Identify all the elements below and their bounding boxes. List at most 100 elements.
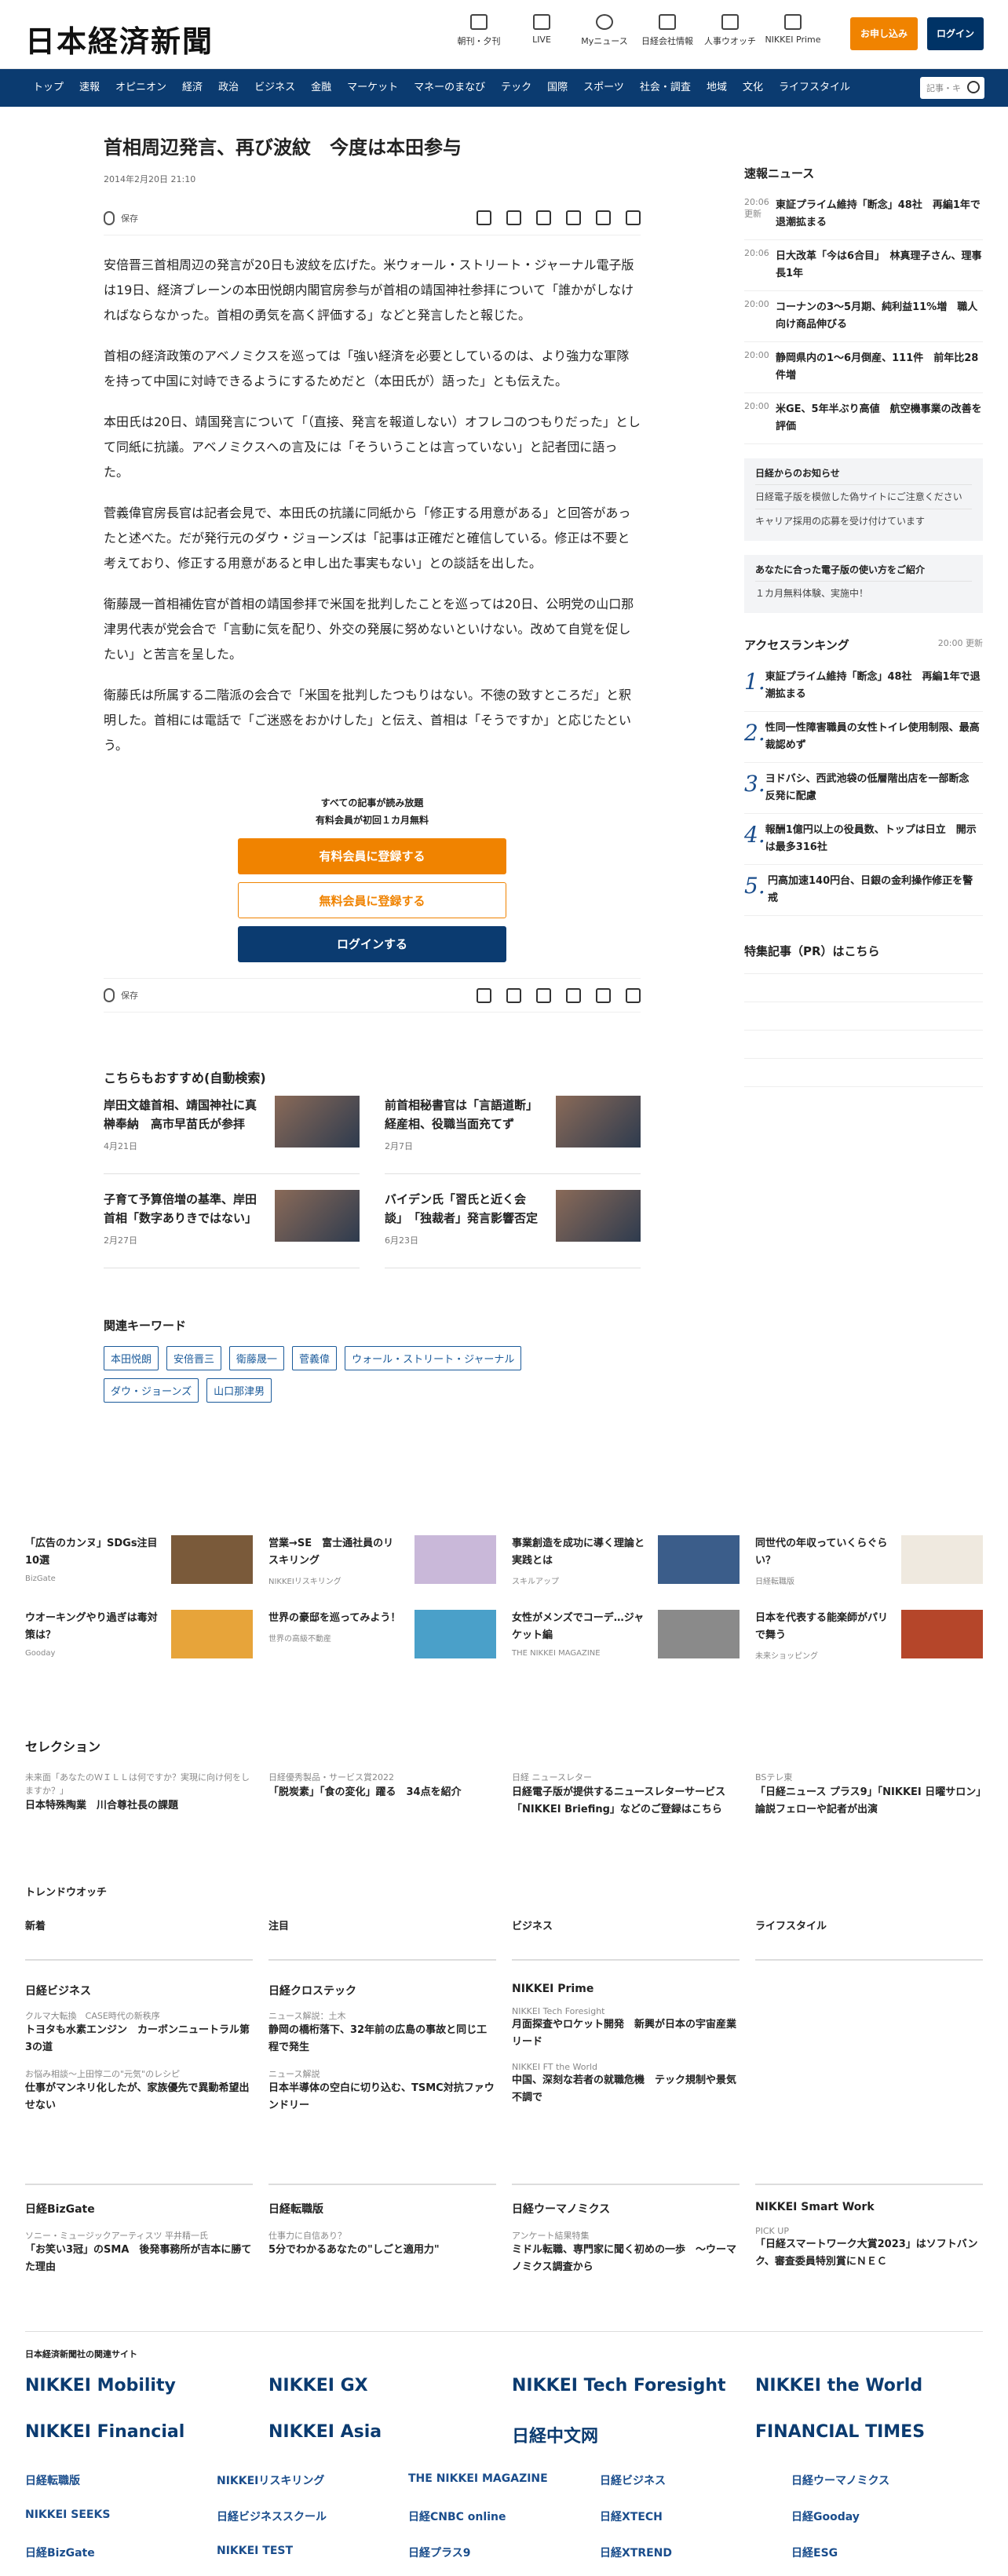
- gnav-item[interactable]: オピニオン: [108, 69, 174, 107]
- mail-icon[interactable]: [506, 987, 521, 1003]
- sub-logo[interactable]: 日経ビジネス: [600, 2472, 791, 2488]
- ad-card[interactable]: 事業創造を成功に導く理論と実践とは スキルアップ: [512, 1535, 740, 1586]
- gnav-item[interactable]: マーケット: [339, 69, 406, 107]
- gnav-item[interactable]: 経済: [174, 69, 210, 107]
- trend-col[interactable]: 新着: [25, 1917, 253, 1961]
- sub-logo[interactable]: NIKKEI TEST: [217, 2545, 408, 2560]
- guide-title[interactable]: あなたに合った電子版の使い方をご紹介: [755, 563, 972, 576]
- ad-card[interactable]: 「広告のカンヌ」SDGs注目10選 BizGate: [25, 1535, 253, 1586]
- print-icon[interactable]: [477, 987, 491, 1003]
- header-nav-live[interactable]: LIVE: [510, 14, 573, 47]
- recommend-card[interactable]: バイデン氏「習氏と近く会談」 「独裁者」発言影響否定 6月23日: [385, 1190, 641, 1268]
- related-logo[interactable]: NIKKEI Mobility: [25, 2376, 268, 2395]
- keyword-tag[interactable]: 衛藤晟一: [229, 1346, 285, 1370]
- sub-logo[interactable]: 日経ESG: [791, 2545, 983, 2560]
- media-heading[interactable]: 日経BizGate: [25, 2184, 253, 2217]
- clip-icon[interactable]: [104, 210, 115, 225]
- ranking-item[interactable]: 3. ヨドバシ、西武池袋の低層階出店を一部断念 反発に配慮: [744, 763, 983, 814]
- gnav-item[interactable]: 国際: [539, 69, 575, 107]
- selection-item[interactable]: BSテレ東 「日経ニュース プラス9」「NIKKEI 日曜サロン」論説フェローや記…: [755, 1771, 983, 1819]
- paid-register-button[interactable]: 有料会員に登録する: [238, 838, 506, 874]
- site-logo[interactable]: 日本経済新聞: [25, 17, 214, 60]
- related-logo[interactable]: NIKKEI Financial: [25, 2422, 268, 2447]
- pr-link[interactable]: 特集記事（PR）はこちら: [744, 943, 983, 974]
- selection-item[interactable]: 日経 ニュースレター 日経電子版が提供するニュースレターサービス「NIKKEI B…: [512, 1771, 740, 1819]
- gnav-item[interactable]: 地域: [699, 69, 735, 107]
- keyword-tag[interactable]: ダウ・ジョーンズ: [104, 1378, 199, 1403]
- media-heading[interactable]: 日経クロステック: [268, 1983, 496, 1998]
- ad-card[interactable]: 世界の豪邸を巡ってみよう！ 世界の高級不動産: [268, 1610, 496, 1661]
- free-register-button[interactable]: 無料会員に登録する: [238, 882, 506, 918]
- sub-logo[interactable]: 日経プラス9: [408, 2545, 600, 2560]
- clip-icon[interactable]: [104, 988, 115, 1002]
- ad-card[interactable]: 同世代の年収っていくらぐらい？ 日経転職版: [755, 1535, 983, 1586]
- media-text[interactable]: ミドル転職、専門家に聞く初めの一歩 ～ウーマノミクス調査から: [512, 2242, 740, 2276]
- login-button[interactable]: ログイン: [927, 17, 984, 50]
- ad-card[interactable]: 営業→SE 富士通社員のリスキリング NIKKEIリスキリング: [268, 1535, 496, 1586]
- related-logo[interactable]: FINANCIAL TIMES: [755, 2422, 999, 2447]
- sub-logo[interactable]: 日経Gooday: [791, 2508, 983, 2524]
- gnav-item[interactable]: マネーのまなび: [406, 69, 493, 107]
- keyword-tag[interactable]: 菅義偉: [292, 1346, 338, 1370]
- selection-item[interactable]: 未来面「あなたのＷＩＬＬは何ですか？実現に向け何をしますか？」 日本特殊陶業 川合…: [25, 1771, 253, 1819]
- twitter-icon[interactable]: [566, 987, 581, 1003]
- facebook-icon[interactable]: [596, 987, 611, 1003]
- sub-logo[interactable]: 日経ウーマノミクス: [791, 2472, 983, 2488]
- media-text[interactable]: 仕事がマンネリ化したが、家族優先で異動希望出せない: [25, 2080, 253, 2114]
- trend-col[interactable]: ビジネス: [512, 1917, 740, 1961]
- gnav-item[interactable]: 速報: [71, 69, 108, 107]
- facebook-icon[interactable]: [596, 210, 611, 225]
- trend-col[interactable]: ライフスタイル: [755, 1917, 983, 1961]
- related-logo[interactable]: NIKKEI GX: [268, 2376, 512, 2395]
- related-logo[interactable]: 日経中文网: [512, 2422, 755, 2447]
- media-text[interactable]: トヨタも水素エンジン カーボンニュートラル第3の道: [25, 2022, 253, 2056]
- gnav-item[interactable]: テック: [493, 69, 539, 107]
- ad-card[interactable]: 女性がメンズでコーデ…ジャケット編 THE NIKKEI MAGAZINE: [512, 1610, 740, 1661]
- media-text[interactable]: 「日経スマートワーク大賞2023」はソフトバンク、審査委員特別賞にＮＥＣ: [755, 2236, 983, 2271]
- media-heading[interactable]: NIKKEI Smart Work: [755, 2184, 983, 2213]
- share-icon[interactable]: [626, 987, 641, 1003]
- ad-card[interactable]: 日本を代表する能楽師がパリで舞う 未来ショッピング: [755, 1610, 983, 1661]
- sub-logo[interactable]: NIKKEI SEEKS: [25, 2508, 217, 2524]
- selection-item[interactable]: 日経優秀製品・サービス賞2022 「脱炭素」「食の変化」躍る 34点を紹介: [268, 1771, 496, 1819]
- ranking-item[interactable]: 4. 報酬1億円以上の役員数、トップは日立 開示は最多316社: [744, 814, 983, 865]
- search-input[interactable]: 記事・キ: [920, 77, 984, 99]
- sub-logo[interactable]: 日経ビジネススクール: [217, 2508, 408, 2524]
- gnav-item[interactable]: 社会・調査: [632, 69, 699, 107]
- twitter-icon[interactable]: [566, 210, 581, 225]
- save-button[interactable]: 保存: [121, 212, 138, 224]
- ranking-title[interactable]: アクセスランキング: [744, 637, 849, 653]
- media-heading[interactable]: NIKKEI Prime: [512, 1983, 740, 1995]
- ad-card[interactable]: ウオーキングやり過ぎは毒対策は？ Gooday: [25, 1610, 253, 1661]
- breaking-news-item[interactable]: 20:06 日大改革「今は6合目」 林真理子さん、理事長1年: [744, 240, 983, 291]
- sub-logo[interactable]: 日経XTREND: [600, 2545, 791, 2560]
- trend-col[interactable]: 注目: [268, 1917, 496, 1961]
- sub-logo[interactable]: 日経XTECH: [600, 2508, 791, 2524]
- save-button[interactable]: 保存: [121, 989, 138, 1002]
- sub-logo[interactable]: 日経転職版: [25, 2472, 217, 2488]
- breaking-news-item[interactable]: 20:06 更新 東証プライム維持「断念」48社 再編1年で退潮拡まる: [744, 189, 983, 240]
- print-icon[interactable]: [477, 210, 491, 225]
- breaking-news-item[interactable]: 20:00 米GE、5年半ぶり高値 航空機事業の改善を評価: [744, 393, 983, 444]
- media-text[interactable]: 静岡の橋桁落下、32年前の広島の事故と同じ工程で発生: [268, 2022, 496, 2056]
- gnav-item[interactable]: トップ: [25, 69, 71, 107]
- notice-item[interactable]: キャリア採用の応募を受け付けています: [755, 509, 972, 533]
- subscribe-button[interactable]: お申し込み: [850, 17, 918, 50]
- related-logo[interactable]: NIKKEI Tech Foresight: [512, 2376, 755, 2395]
- recommend-card[interactable]: 子育て予算倍増の基準、岸田首相「数字ありきではない」 2月27日: [104, 1190, 360, 1268]
- gnav-item[interactable]: 政治: [210, 69, 247, 107]
- mail-icon[interactable]: [506, 210, 521, 225]
- keyword-tag[interactable]: 本田悦朗: [104, 1346, 159, 1370]
- recommend-card[interactable]: 前首相秘書官は「言語道断」 経産相、役職当面充てず 2月7日: [385, 1096, 641, 1174]
- sub-logo[interactable]: 日経BizGate: [25, 2545, 217, 2560]
- header-nav-prime[interactable]: NIKKEI Prime: [761, 14, 824, 47]
- media-heading[interactable]: 日経転職版: [268, 2184, 496, 2217]
- search-icon[interactable]: [967, 81, 980, 93]
- notice-item[interactable]: 日経電子版を模倣した偽サイトにご注意ください: [755, 484, 972, 509]
- header-nav-company[interactable]: 日経会社情報: [636, 14, 699, 47]
- breaking-news-title[interactable]: 速報ニュース: [744, 165, 983, 181]
- guide-item[interactable]: １カ月無料体験、実施中！: [755, 581, 972, 605]
- gnav-item[interactable]: ライフスタイル: [771, 69, 858, 107]
- media-text[interactable]: 月面探査やロケット開発 新興が日本の宇宙産業リード: [512, 2016, 740, 2051]
- media-text[interactable]: 日本半導体の空白に切り込む、TSMC対抗ファウンドリー: [268, 2080, 496, 2114]
